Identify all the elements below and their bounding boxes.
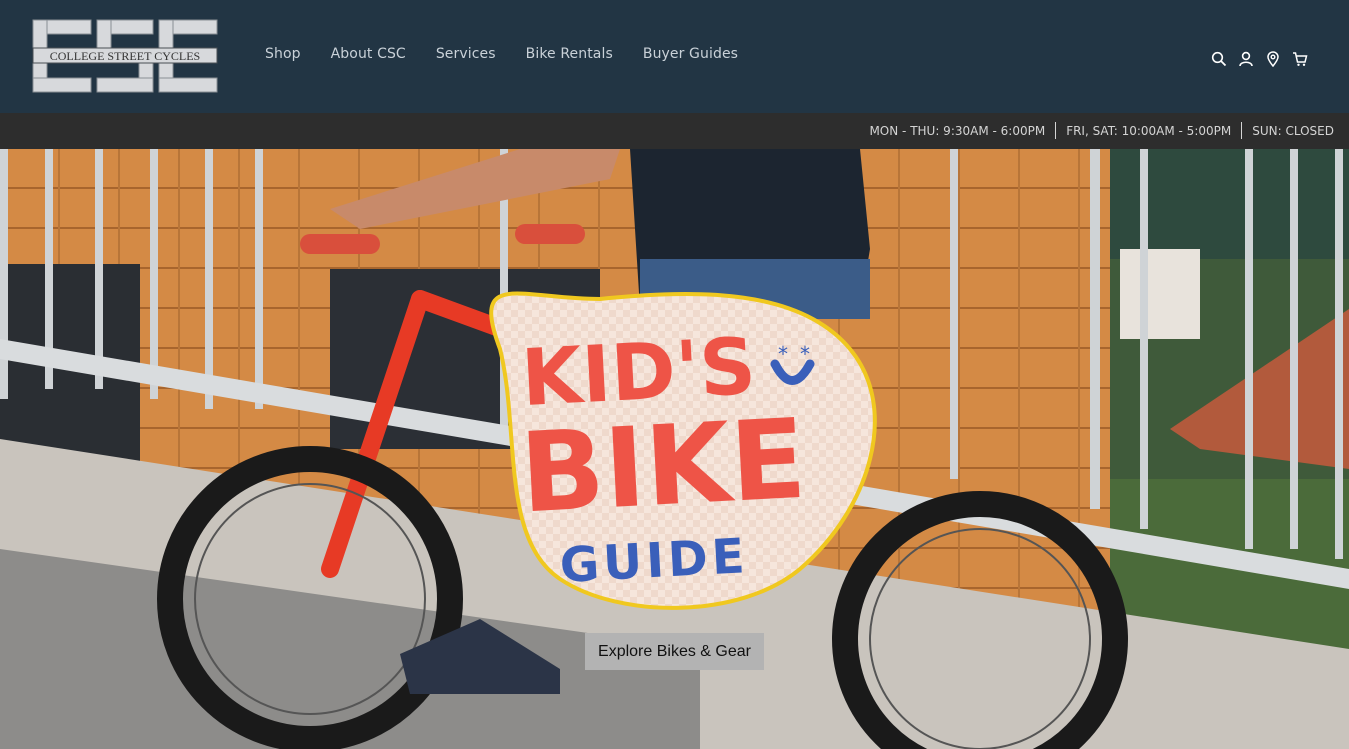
header-icons (1210, 50, 1309, 68)
explore-bikes-button[interactable]: Explore Bikes & Gear (585, 633, 764, 670)
nav-item-bike-rentals[interactable]: Bike Rentals (526, 46, 613, 62)
hours-bar: MON - THU: 9:30AM - 6:00PM FRI, SAT: 10:… (0, 113, 1349, 149)
hours-weekdays: MON - THU: 9:30AM - 6:00PM (869, 123, 1046, 138)
badge-text-guide: GUIDE (558, 528, 750, 594)
cart-icon[interactable] (1291, 50, 1309, 68)
hours-sunday: SUN: CLOSED (1252, 123, 1334, 138)
store-hours: MON - THU: 9:30AM - 6:00PM FRI, SAT: 10:… (869, 122, 1334, 139)
nav-item-about[interactable]: About CSC (331, 46, 406, 62)
badge-text-bike: BIKE (517, 395, 808, 538)
hours-divider (1055, 122, 1057, 139)
nav-item-buyer-guides[interactable]: Buyer Guides (643, 46, 738, 62)
main-nav: Shop About CSC Services Bike Rentals Buy… (265, 46, 738, 62)
account-icon[interactable] (1237, 50, 1255, 68)
site-header: COLLEGE STREET CYCLES Shop About CSC Ser… (0, 0, 1349, 113)
site-logo[interactable]: COLLEGE STREET CYCLES (31, 18, 219, 94)
nav-item-shop[interactable]: Shop (265, 46, 301, 62)
hours-fri-sat: FRI, SAT: 10:00AM - 5:00PM (1066, 123, 1232, 138)
hours-divider (1241, 122, 1243, 139)
search-icon[interactable] (1210, 50, 1228, 68)
nav-item-services[interactable]: Services (436, 46, 496, 62)
svg-text:*: * (778, 342, 788, 366)
logo-text: COLLEGE STREET CYCLES (50, 49, 200, 63)
location-icon[interactable] (1264, 50, 1282, 68)
